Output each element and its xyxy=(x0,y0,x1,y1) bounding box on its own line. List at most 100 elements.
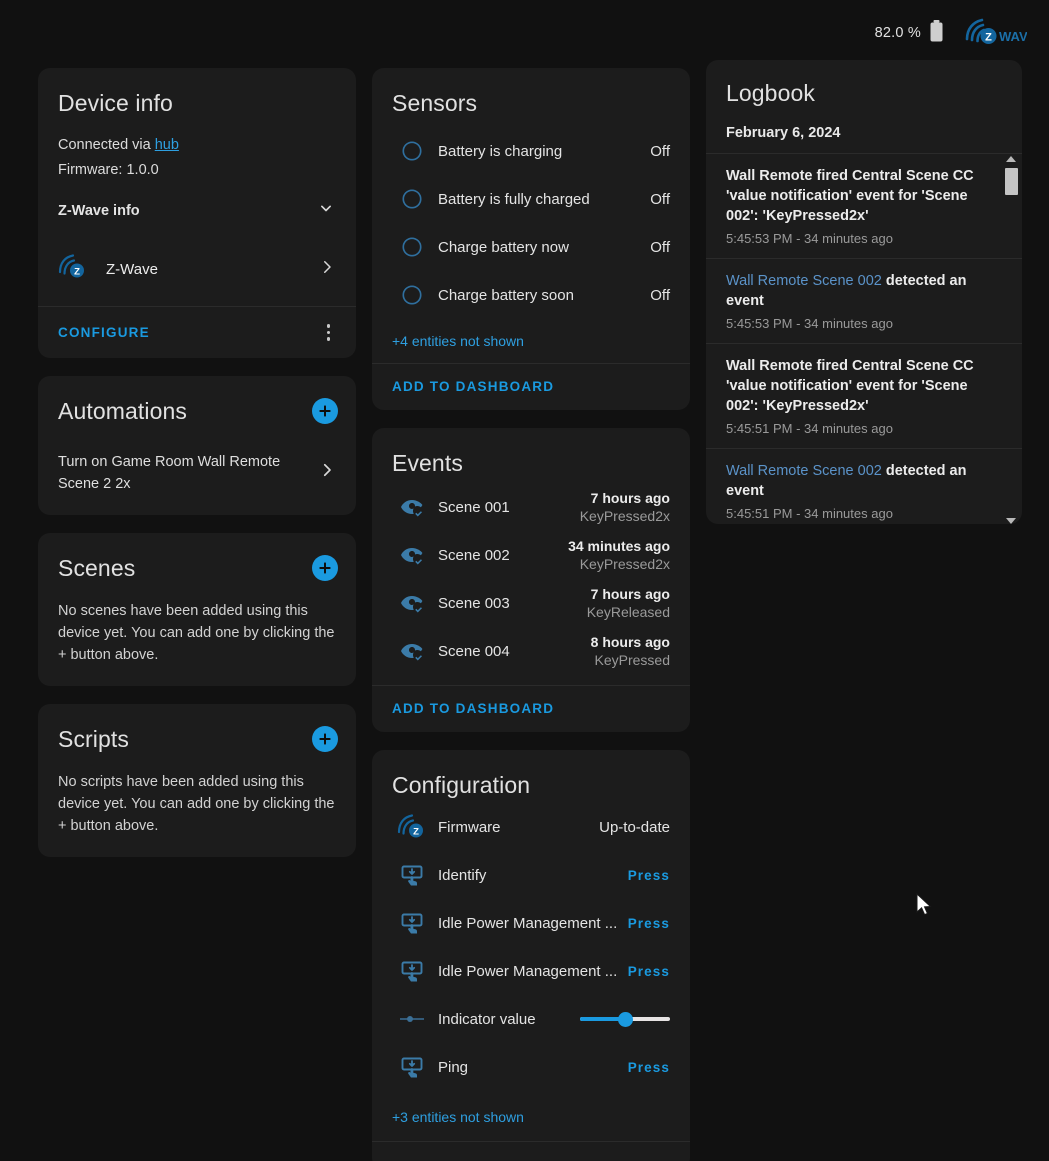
mouse-cursor xyxy=(916,892,934,924)
gesture-tap-button-icon xyxy=(392,959,432,983)
circle-outline-icon xyxy=(392,236,432,258)
table-row[interactable]: Idle Power Management ... Press xyxy=(392,947,670,995)
logbook-scroll-area[interactable]: Wall Remote fired Central Scene CC 'valu… xyxy=(706,154,1022,524)
chevron-right-icon xyxy=(318,258,336,281)
configure-button[interactable]: Configure xyxy=(58,325,150,340)
zwave-icon: Z xyxy=(58,253,88,286)
table-row[interactable]: Charge battery now Off xyxy=(392,223,670,271)
event-value: 34 minutes ago KeyPressed2x xyxy=(568,537,670,573)
table-row[interactable]: Idle Power Management ... Press xyxy=(392,899,670,947)
logbook-title: Logbook xyxy=(726,80,815,106)
configuration-card: Configuration Z Firmware Up-to-date Iden… xyxy=(372,750,690,1161)
connected-via-label: Connected via xyxy=(58,137,155,153)
table-row[interactable]: Ping Press xyxy=(392,1043,670,1091)
sensors-footer: Add to dashboard xyxy=(372,363,690,410)
eye-check-icon xyxy=(392,543,432,567)
list-item[interactable]: Wall Remote fired Central Scene CC 'valu… xyxy=(706,344,1022,449)
battery-status: 82.0 % xyxy=(875,19,945,48)
eye-check-icon xyxy=(392,495,432,519)
logbook-message: Wall Remote fired Central Scene CC 'valu… xyxy=(726,168,974,224)
logbook-message: Wall Remote Scene 002 detected an event xyxy=(726,271,986,311)
table-row[interactable]: Battery is charging Off xyxy=(392,127,670,175)
zwave-entry-row[interactable]: Z Z-Wave xyxy=(58,253,336,286)
list-item[interactable]: Wall Remote Scene 002 detected an event … xyxy=(706,449,1022,524)
table-row[interactable]: Scene 004 8 hours ago KeyPressed xyxy=(392,627,670,675)
left-column: Device info Connected via hub Firmware: … xyxy=(38,68,356,875)
table-row[interactable]: Charge battery soon Off xyxy=(392,271,670,319)
config-name: Idle Power Management ... xyxy=(438,914,618,932)
event-value: 7 hours ago KeyReleased xyxy=(587,585,670,621)
config-name: Identify xyxy=(438,866,487,884)
press-button[interactable]: Press xyxy=(628,1060,670,1075)
add-script-button[interactable] xyxy=(312,726,338,752)
table-row[interactable]: Z Firmware Up-to-date xyxy=(392,803,670,851)
zwave-entry-label: Z-Wave xyxy=(106,261,158,278)
zwave-logo: Z WAVE xyxy=(963,17,1027,49)
sensors-entities-not-shown[interactable]: +4 entities not shown xyxy=(392,333,670,349)
logbook-time: 5:45:53 PM - 34 minutes ago xyxy=(726,231,893,246)
zwave-info-label: Z-Wave info xyxy=(58,202,140,219)
event-state: KeyPressed2x xyxy=(579,556,670,572)
press-button[interactable]: Press xyxy=(628,868,670,883)
table-row[interactable]: Battery is fully charged Off xyxy=(392,175,670,223)
scroll-up-arrow-icon[interactable] xyxy=(1006,156,1016,162)
add-to-dashboard-button[interactable]: Add to dashboard xyxy=(392,379,554,394)
circle-outline-icon xyxy=(392,284,432,306)
configuration-entities-not-shown[interactable]: +3 entities not shown xyxy=(392,1109,670,1125)
event-name: Scene 002 xyxy=(438,546,510,564)
events-footer: Add to dashboard xyxy=(372,685,690,732)
scripts-card: Scripts No scripts have been added using… xyxy=(38,703,356,857)
logbook-entity-link[interactable]: Wall Remote Scene 002 xyxy=(726,273,882,289)
slider-thumb[interactable] xyxy=(617,1011,633,1027)
config-name: Idle Power Management ... xyxy=(438,962,618,980)
add-scene-button[interactable] xyxy=(312,555,338,581)
battery-icon xyxy=(928,19,945,48)
event-time: 7 hours ago xyxy=(590,490,670,506)
press-button[interactable]: Press xyxy=(628,964,670,979)
events-title: Events xyxy=(392,450,463,476)
table-row[interactable]: Scene 001 7 hours ago KeyPressed2x xyxy=(392,483,670,531)
hub-link[interactable]: hub xyxy=(155,137,179,153)
device-info-footer: Configure xyxy=(38,306,356,358)
add-automation-button[interactable] xyxy=(312,398,338,424)
scenes-card: Scenes No scenes have been added using t… xyxy=(38,532,356,686)
scripts-title: Scripts xyxy=(58,725,129,752)
table-row[interactable]: Scene 003 7 hours ago KeyReleased xyxy=(392,579,670,627)
config-name: Indicator value xyxy=(438,1010,536,1028)
scrollbar-thumb[interactable] xyxy=(1004,168,1018,195)
svg-text:WAVE: WAVE xyxy=(999,29,1027,44)
config-value: Up-to-date xyxy=(599,818,670,836)
event-state: KeyPressed2x xyxy=(579,508,670,524)
logbook-date-header: February 6, 2024 xyxy=(706,119,1022,154)
list-item[interactable]: Turn on Game Room Wall Remote Scene 2 2x xyxy=(58,443,336,495)
top-bar: 82.0 % Z WAVE xyxy=(0,0,1049,66)
list-item[interactable]: Wall Remote fired Central Scene CC 'valu… xyxy=(706,154,1022,259)
event-value: 7 hours ago KeyPressed2x xyxy=(580,489,670,525)
circle-outline-icon xyxy=(392,140,432,162)
more-options-icon[interactable] xyxy=(321,322,337,343)
sensor-value: Off xyxy=(650,142,670,160)
list-item[interactable]: Wall Remote Scene 002 detected an event … xyxy=(706,259,1022,344)
press-button[interactable]: Press xyxy=(628,916,670,931)
table-row[interactable]: Indicator value xyxy=(392,995,670,1043)
event-name: Scene 004 xyxy=(438,642,510,660)
table-row[interactable]: Identify Press xyxy=(392,851,670,899)
indicator-value-slider[interactable] xyxy=(580,1009,670,1029)
svg-text:Z: Z xyxy=(413,827,419,838)
table-row[interactable]: Scene 002 34 minutes ago KeyPressed2x xyxy=(392,531,670,579)
slider-icon xyxy=(392,1012,432,1026)
logbook-entity-link[interactable]: Wall Remote Scene 002 xyxy=(726,463,882,479)
battery-level-text: 82.0 % xyxy=(874,25,921,41)
sensor-value: Off xyxy=(650,238,670,256)
events-card: Events Scene 001 7 hours ago KeyPressed2… xyxy=(372,428,690,732)
chevron-right-icon xyxy=(318,461,336,484)
zwave-info-expander[interactable]: Z-Wave info xyxy=(58,198,336,223)
add-to-dashboard-button[interactable]: Add to dashboard xyxy=(392,701,554,716)
scenes-empty-text: No scenes have been added using this dev… xyxy=(58,602,335,663)
scroll-down-arrow-icon[interactable] xyxy=(1006,518,1016,524)
logbook-scrollbar[interactable] xyxy=(1004,154,1018,524)
event-name: Scene 003 xyxy=(438,594,510,612)
circle-outline-icon xyxy=(392,188,432,210)
sensor-name: Battery is charging xyxy=(438,142,563,160)
eye-check-icon xyxy=(392,639,432,663)
